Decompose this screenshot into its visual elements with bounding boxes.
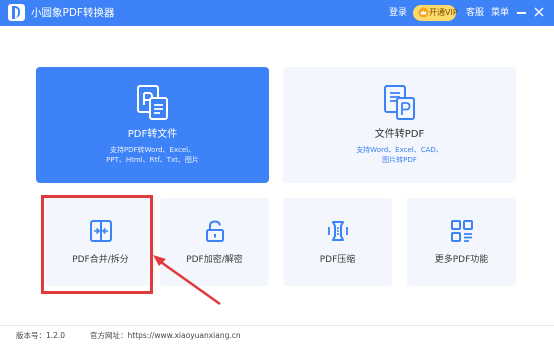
title-bar: 小圆象PDF转换器 登录 开通VIP 客服 菜单 bbox=[0, 0, 554, 26]
annotation-highlight-box bbox=[41, 195, 153, 294]
more-features-card[interactable]: 更多PDF功能 bbox=[407, 198, 516, 286]
pdf-to-file-card[interactable]: PDF转文件 支持PDF转Word、Excel、 PPT、Html、Rtf、Tx… bbox=[36, 67, 269, 183]
vip-label: 开通VIP bbox=[429, 8, 458, 17]
compress-icon bbox=[327, 221, 348, 241]
lock-icon bbox=[205, 220, 224, 242]
website-link[interactable]: 官方网址：https://www.xiaoyuanxiang.cn bbox=[90, 331, 241, 341]
file-to-pdf-desc-line2: 图片转PDF bbox=[382, 156, 417, 164]
file-to-pdf-title: 文件转PDF bbox=[374, 129, 425, 140]
pdf-to-file-icon bbox=[136, 85, 168, 120]
login-link[interactable]: 登录 bbox=[389, 7, 407, 19]
compress-title: PDF压缩 bbox=[319, 255, 356, 265]
more-features-title: 更多PDF功能 bbox=[434, 255, 489, 265]
grid-more-icon bbox=[450, 220, 473, 242]
app-title: 小圆象PDF转换器 bbox=[31, 7, 115, 19]
file-to-pdf-card[interactable]: 文件转PDF 支持Word、Excel、CAD、 图片转PDF bbox=[283, 67, 516, 183]
version-label: 版本号：1.2.0 bbox=[16, 331, 66, 340]
close-icon[interactable] bbox=[533, 6, 545, 18]
help-link[interactable]: 客服 bbox=[466, 7, 484, 19]
pdf-to-file-title: PDF转文件 bbox=[127, 129, 178, 140]
app-logo-icon bbox=[8, 4, 25, 21]
crown-icon bbox=[418, 7, 429, 18]
file-to-pdf-desc-line1: 支持Word、Excel、CAD、 bbox=[356, 146, 443, 154]
pdf-to-file-desc-line2: PPT、Html、Rtf、Txt、图片 bbox=[106, 156, 199, 164]
minimize-icon[interactable] bbox=[517, 12, 526, 14]
menu-link[interactable]: 菜单 bbox=[491, 7, 509, 19]
vip-button[interactable]: 开通VIP bbox=[413, 5, 458, 21]
file-to-pdf-icon bbox=[383, 85, 415, 120]
compress-card[interactable]: PDF压缩 bbox=[283, 198, 392, 286]
footer-divider bbox=[0, 325, 554, 326]
pdf-to-file-desc-line1: 支持PDF转Word、Excel、 bbox=[109, 146, 196, 154]
annotation-arrow bbox=[153, 255, 221, 306]
